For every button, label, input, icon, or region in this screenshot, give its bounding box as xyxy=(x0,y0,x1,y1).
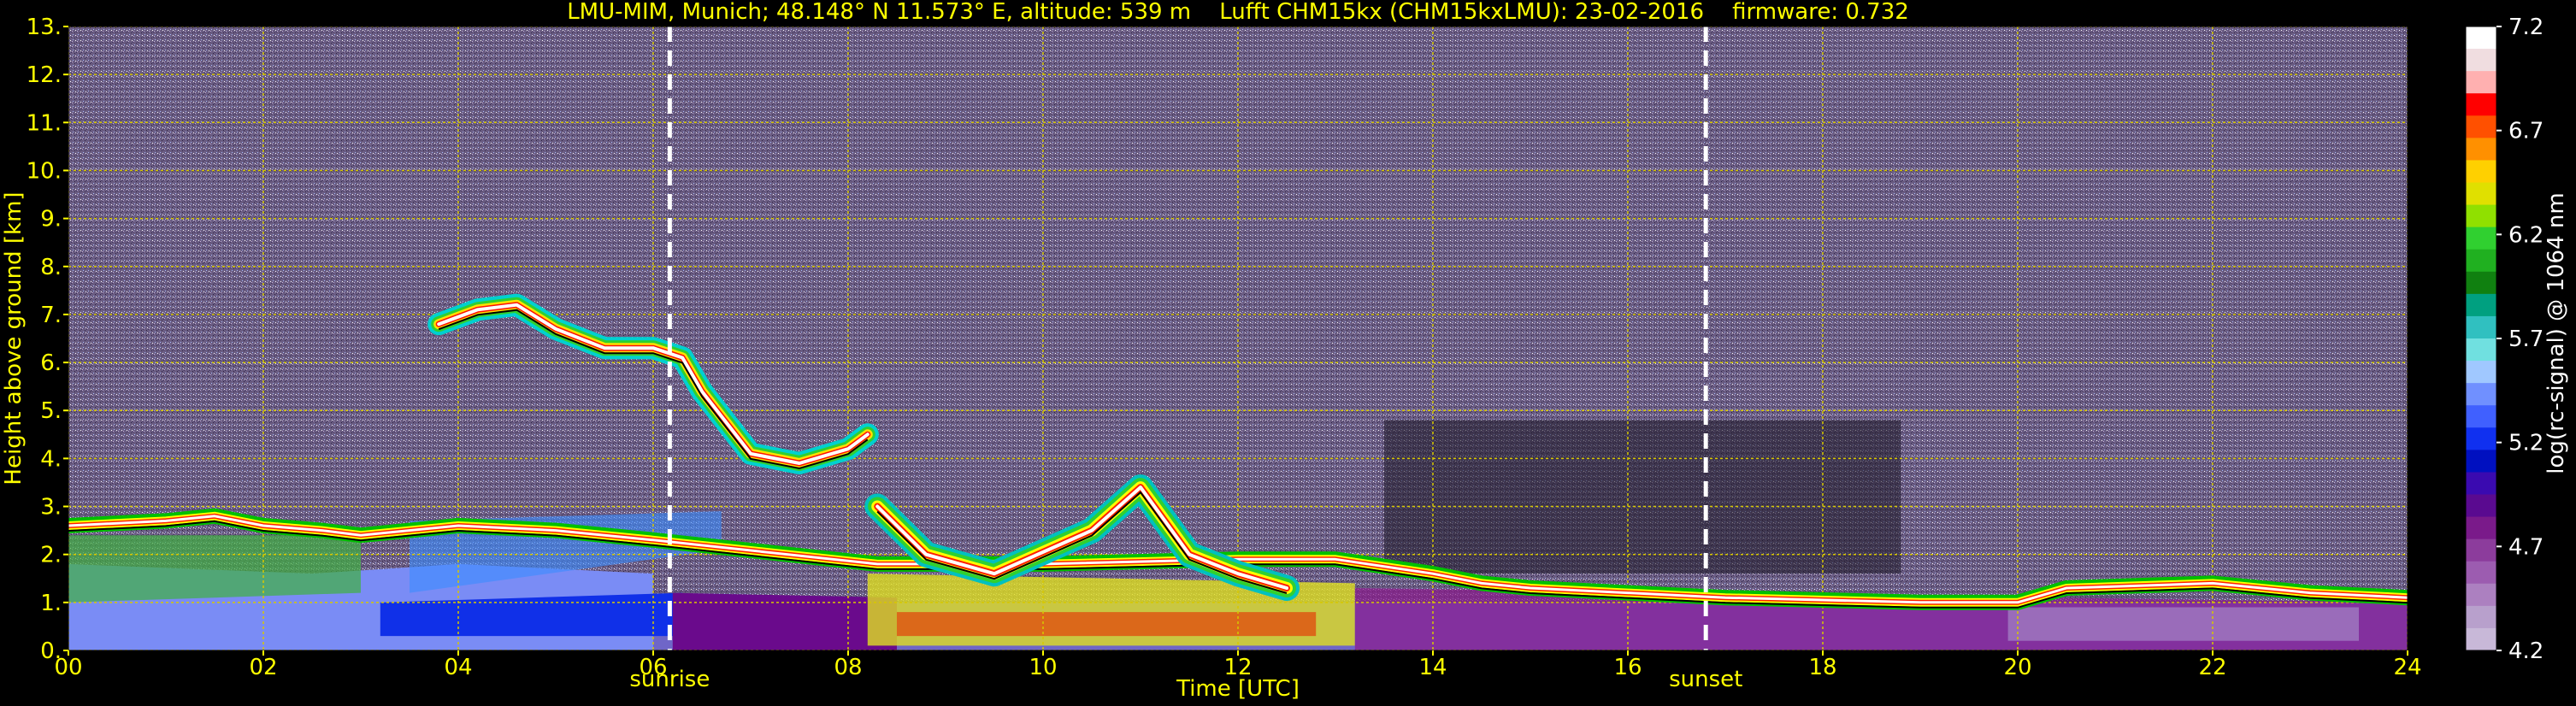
x-tick-label: 24 xyxy=(2393,655,2421,680)
chart-title: LMU-MIM, Munich; 48.148° N 11.573° E, al… xyxy=(567,0,1909,25)
colorbar-segment xyxy=(2466,561,2496,585)
colorbar-segment xyxy=(2466,49,2496,72)
colorbar: 4.2 4.7 5.2 5.7 6.2 6.7 7.2 xyxy=(2465,15,2544,664)
colorbar-segment xyxy=(2466,293,2496,317)
y-axis-label: Height above ground [km] xyxy=(1,191,27,485)
colorbar-tick-label: 6.2 xyxy=(2508,222,2544,248)
colorbar-segment xyxy=(2466,583,2496,607)
colorbar-segment xyxy=(2466,26,2496,50)
colorbar-tick-label: 7.2 xyxy=(2508,15,2544,40)
colorbar-segment xyxy=(2466,361,2496,384)
colorbar-segment xyxy=(2466,627,2496,651)
colorbar-segment xyxy=(2466,383,2496,406)
colorbar-segment xyxy=(2466,427,2496,450)
colorbar-segment xyxy=(2466,538,2496,562)
colorbar-segment xyxy=(2466,605,2496,629)
y-axis: 0.1.2.3.4.5.6.7.8.9.10.11.12.13. xyxy=(27,15,68,664)
colorbar-segment xyxy=(2466,271,2496,295)
x-tick-label: 08 xyxy=(834,655,862,680)
colorbar-segment xyxy=(2466,516,2496,540)
colorbar-segment xyxy=(2466,405,2496,428)
x-tick-label: 16 xyxy=(1613,655,1642,680)
y-tick-label: 9. xyxy=(40,207,62,232)
plot-area xyxy=(68,26,2408,650)
colorbar-segment xyxy=(2466,494,2496,518)
colorbar-tick-label: 5.7 xyxy=(2508,327,2544,352)
y-tick-label: 8. xyxy=(40,255,62,280)
colorbar-tick-label: 6.7 xyxy=(2508,119,2544,144)
x-axis-label: Time [UTC] xyxy=(1176,676,1300,702)
ceilometer-chart: 0.1.2.3.4.5.6.7.8.9.10.11.12.13. 00 02 04 0… xyxy=(1,0,2569,702)
colorbar-segment xyxy=(2466,204,2496,228)
x-tick-label: 00 xyxy=(54,655,82,680)
x-tick-label: 22 xyxy=(2198,655,2226,680)
colorbar-segment xyxy=(2466,93,2496,116)
colorbar-segment xyxy=(2466,249,2496,273)
y-tick-label: 3. xyxy=(40,495,62,521)
boundary-layer-green-region xyxy=(68,535,361,603)
x-tick-label: 02 xyxy=(249,655,277,680)
colorbar-segment xyxy=(2466,138,2496,161)
colorbar-segment xyxy=(2466,450,2496,473)
colorbar-tick-label: 5.2 xyxy=(2508,431,2544,456)
x-tick-label: 04 xyxy=(444,655,472,680)
colorbar-segment xyxy=(2466,182,2496,206)
y-tick-label: 13. xyxy=(27,15,62,40)
colorbar-segment xyxy=(2466,227,2496,250)
colorbar-segment xyxy=(2466,115,2496,138)
y-tick-label: 4. xyxy=(40,446,62,472)
y-tick-label: 7. xyxy=(40,303,62,328)
x-tick-label: 14 xyxy=(1418,655,1447,680)
noon-dense-region xyxy=(897,612,1317,637)
colorbar-tick-label: 4.7 xyxy=(2508,534,2544,560)
sunrise-label: sunrise xyxy=(629,667,710,692)
colorbar-segment xyxy=(2466,160,2496,183)
x-tick-label: 20 xyxy=(2003,655,2031,680)
colorbar-label: log(rc-signal) @ 1064 nm xyxy=(2544,192,2569,474)
colorbar-segment xyxy=(2466,472,2496,495)
x-tick-label: 10 xyxy=(1029,655,1057,680)
colorbar-tick-label: 4.2 xyxy=(2508,638,2544,664)
x-tick-label: 18 xyxy=(1808,655,1836,680)
y-tick-label: 1. xyxy=(40,591,62,616)
colorbar-segment xyxy=(2466,338,2496,362)
colorbar-segment xyxy=(2466,71,2496,94)
sunset-label: sunset xyxy=(1669,667,1742,692)
y-tick-label: 5. xyxy=(40,398,62,424)
night-aerosol-region xyxy=(2007,607,2359,641)
y-tick-label: 12. xyxy=(27,62,62,88)
colorbar-segment xyxy=(2466,315,2496,339)
y-tick-label: 2. xyxy=(40,543,62,568)
purple-aerosol-region xyxy=(672,592,897,650)
y-tick-label: 10. xyxy=(27,158,62,184)
y-tick-label: 6. xyxy=(40,350,62,376)
y-tick-label: 11. xyxy=(27,110,62,136)
